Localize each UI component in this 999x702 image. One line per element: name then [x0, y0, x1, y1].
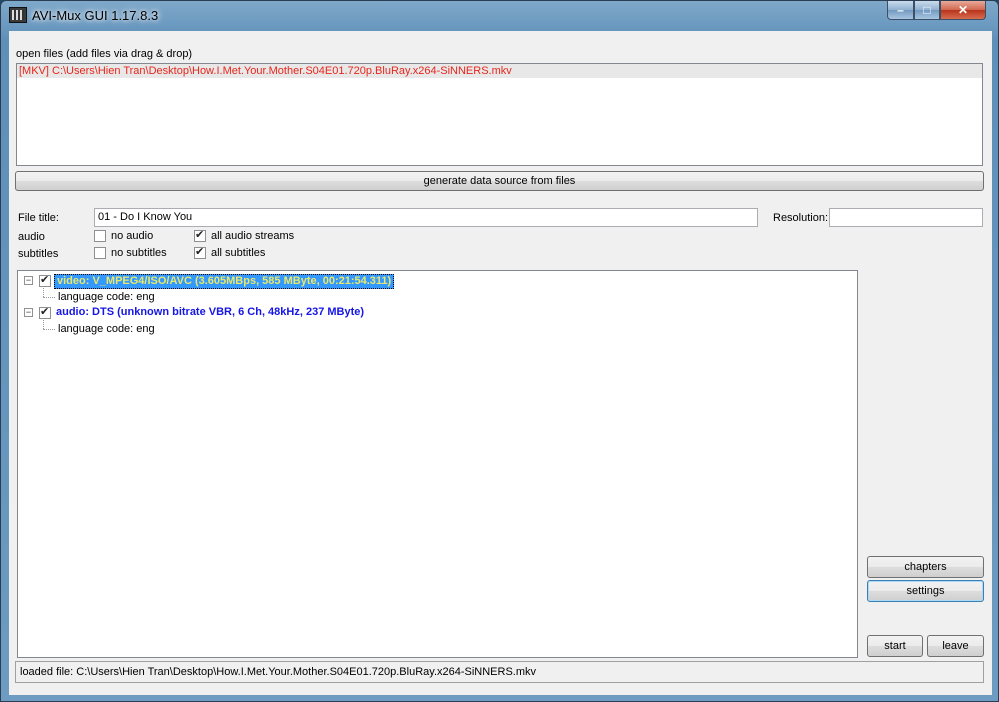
file-title-input[interactable]: 01 - Do I Know You [94, 208, 758, 227]
audio-label: audio [18, 231, 45, 243]
start-button[interactable]: start [867, 635, 923, 657]
no-audio-label[interactable]: no audio [111, 230, 153, 242]
audio-stream-checkbox[interactable] [39, 305, 51, 319]
open-file-item[interactable]: [MKV] C:\Users\Hien Tran\Desktop\How.I.M… [17, 64, 982, 78]
no-audio-checkbox[interactable] [94, 230, 106, 242]
settings-button[interactable]: settings [867, 580, 984, 602]
status-bar: loaded file: C:\Users\Hien Tran\Desktop\… [15, 661, 984, 683]
collapse-icon[interactable]: − [24, 276, 33, 285]
collapse-icon[interactable]: − [24, 308, 33, 317]
open-files-list[interactable]: [MKV] C:\Users\Hien Tran\Desktop\How.I.M… [16, 63, 983, 166]
generate-data-source-button[interactable]: generate data source from files [15, 171, 984, 191]
all-audio-streams-checkbox[interactable] [194, 228, 206, 242]
audio-language-code[interactable]: language code: eng [58, 323, 155, 335]
audio-stream-node[interactable]: audio: DTS (unknown bitrate VBR, 6 Ch, 4… [54, 306, 366, 319]
tree-connector [43, 297, 55, 298]
file-title-label: File title: [18, 212, 59, 224]
resolution-input[interactable] [829, 208, 983, 227]
tree-connector [43, 320, 44, 329]
title-bar[interactable]: AVI-Mux GUI 1.17.8.3 – □ ✕ [1, 1, 998, 31]
chapters-button[interactable]: chapters [867, 556, 984, 578]
minimize-button[interactable]: – [887, 1, 914, 20]
close-icon: ✕ [957, 3, 969, 17]
maximize-icon: □ [923, 3, 931, 17]
open-files-label: open files (add files via drag & drop) [16, 48, 193, 60]
tree-connector [43, 329, 55, 330]
all-audio-streams-label[interactable]: all audio streams [211, 230, 294, 242]
client-area: open files (add files via drag & drop) [… [9, 31, 992, 695]
maximize-button[interactable]: □ [914, 1, 940, 20]
video-stream-node[interactable]: video: V_MPEG4/ISO/AVC (3.605MBps, 585 M… [54, 274, 395, 289]
resolution-label: Resolution: [773, 212, 829, 224]
close-button[interactable]: ✕ [940, 1, 986, 20]
video-language-code[interactable]: language code: eng [58, 291, 155, 303]
leave-button[interactable]: leave [927, 635, 984, 657]
no-subtitles-checkbox[interactable] [94, 247, 106, 259]
no-subtitles-label[interactable]: no subtitles [111, 247, 167, 259]
video-stream-checkbox[interactable] [39, 273, 51, 287]
minimize-icon: – [897, 3, 904, 17]
window-title: AVI-Mux GUI 1.17.8.3 [32, 8, 159, 23]
film-strip-icon[interactable] [9, 7, 27, 23]
subtitles-label: subtitles [18, 248, 59, 260]
stream-tree[interactable]: − video: V_MPEG4/ISO/AVC (3.605MBps, 585… [17, 270, 858, 658]
app-window: AVI-Mux GUI 1.17.8.3 – □ ✕ open files (a… [0, 0, 999, 702]
all-subtitles-label[interactable]: all subtitles [211, 247, 265, 259]
tree-connector [43, 288, 44, 297]
all-subtitles-checkbox[interactable] [194, 245, 206, 259]
